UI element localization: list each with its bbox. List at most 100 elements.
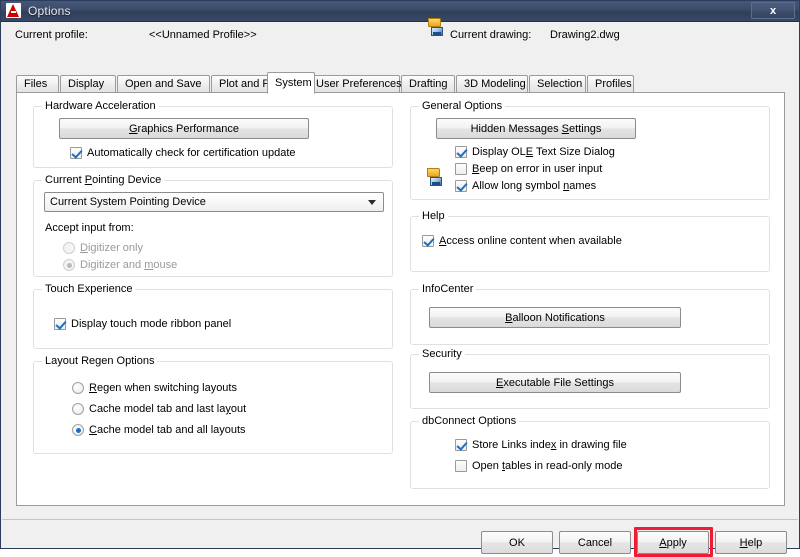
apply-button[interactable]: Apply <box>637 531 709 554</box>
group-general-options-label: General Options <box>419 100 506 112</box>
radio-button <box>63 259 75 271</box>
allow-long-b: ames <box>569 180 597 192</box>
tab-display[interactable]: Display <box>60 75 116 93</box>
radio-cache-model-tab-last-layout[interactable]: Cache model tab and last layout <box>72 403 246 415</box>
radio-digitizer-and-mouse[interactable]: Digitizer and mouse <box>63 259 177 271</box>
group-layout-regen-options: Layout Regen Options Regen when switchin… <box>33 355 393 454</box>
allow-long-symbol-names-checkbox[interactable]: Allow long symbol names <box>455 180 596 192</box>
display-ole-a: Display OL <box>472 146 526 158</box>
radio-digitizer-only[interactable]: Digitizer only <box>63 242 143 254</box>
group-current-pointing-device-label: Current Pointing Device <box>42 174 165 186</box>
graphics-performance-button[interactable]: Graphics Performance <box>59 118 309 139</box>
store-links-index-checkbox[interactable]: Store Links index in drawing file <box>455 439 627 451</box>
checkbox-box <box>54 318 66 330</box>
group-infocenter-label: InfoCenter <box>419 283 477 295</box>
radio-cache-all-rest: ache model tab and all layouts <box>96 424 246 436</box>
tab-open-and-save[interactable]: Open and Save <box>117 75 210 93</box>
checkbox-box <box>455 163 467 175</box>
options-dialog-window: Options x Current profile: <<Unnamed Pro… <box>0 0 800 557</box>
system-tab-page: Hardware Acceleration Graphics Performan… <box>16 92 785 506</box>
radio-cache-last-b: out <box>230 403 247 415</box>
radio-cache-last-a: Cache model tab and last la <box>89 403 226 415</box>
tab-strip: Files Display Open and Save Plot and Pub… <box>16 72 786 94</box>
auto-check-certification-checkbox[interactable]: Automatically check for certification up… <box>70 147 296 159</box>
checkbox-box <box>455 460 467 472</box>
drawing-file-icon <box>428 18 444 41</box>
checkbox-box <box>422 235 434 247</box>
display-ole-b: Text Size Dialog <box>533 146 615 158</box>
open-tables-a: Open <box>472 460 502 472</box>
radio-regen-when-switching-layouts[interactable]: Regen when switching layouts <box>72 382 237 394</box>
graphics-performance-button-rest: raphics Performance <box>137 122 240 135</box>
group-dbconnect-options-label: dbConnect Options <box>419 415 520 427</box>
window-title: Options <box>28 4 71 18</box>
radio-button <box>72 424 84 436</box>
tab-profiles[interactable]: Profiles <box>587 75 634 93</box>
tab-drafting[interactable]: Drafting <box>401 75 455 93</box>
group-current-pointing-device: Current Pointing Device Current System P… <box>33 174 393 277</box>
checkbox-box <box>455 180 467 192</box>
group-hardware-acceleration-label: Hardware Acceleration <box>42 100 159 112</box>
radio-digitizer-and-mouse-a: Digitizer and <box>80 259 145 271</box>
tab-3d-modeling[interactable]: 3D Modeling <box>456 75 528 93</box>
access-online-content-checkbox[interactable]: Access online content when available <box>422 235 622 247</box>
checkbox-box <box>455 439 467 451</box>
footer-divider <box>2 519 798 520</box>
executable-file-settings-button[interactable]: Executable File Settings <box>429 372 681 393</box>
group-touch-experience-label: Touch Experience <box>42 283 136 295</box>
beep-rest: eep on error in user input <box>479 163 603 175</box>
apply-button-rest: pply <box>666 536 687 549</box>
radio-button <box>72 382 84 394</box>
tab-user-preferences[interactable]: User Preferences <box>308 75 402 93</box>
tab-selection[interactable]: Selection <box>529 75 586 93</box>
store-links-a: Store Links inde <box>472 439 551 451</box>
chevron-down-icon <box>368 200 376 205</box>
close-icon[interactable]: x <box>751 2 795 19</box>
balloon-notifications-rest: alloon Notifications <box>512 311 605 324</box>
tab-system[interactable]: System <box>267 72 315 94</box>
help-button[interactable]: Help <box>715 531 787 554</box>
cancel-button[interactable]: Cancel <box>559 531 631 554</box>
group-security: Security Executable File Settings <box>410 348 770 409</box>
group-dbconnect-options: dbConnect Options Store Links index in d… <box>410 415 770 489</box>
group-security-label: Security <box>419 348 465 360</box>
radio-button <box>63 242 75 254</box>
dialog-body: Current profile: <<Unnamed Profile>> Cur… <box>2 18 798 557</box>
beep-on-error-checkbox[interactable]: Beep on error in user input <box>455 163 602 175</box>
profile-header-row: Current profile: <<Unnamed Profile>> Cur… <box>2 18 798 48</box>
pointing-device-combobox[interactable]: Current System Pointing Device <box>44 192 384 212</box>
auto-check-certification-label: Automatically check for certification up… <box>87 147 296 159</box>
display-touch-ribbon-checkbox[interactable]: Display touch mode ribbon panel <box>54 318 231 330</box>
checkbox-box <box>70 147 82 159</box>
group-touch-experience: Touch Experience Display touch mode ribb… <box>33 283 393 349</box>
tab-files[interactable]: Files <box>16 75 59 93</box>
current-profile-value: <<Unnamed Profile>> <box>149 29 257 41</box>
hidden-messages-a: Hidden Messages <box>470 122 562 135</box>
current-profile-label: Current profile: <box>15 29 88 41</box>
current-drawing-value: Drawing2.dwg <box>550 29 620 41</box>
store-links-b: in drawing file <box>556 439 627 451</box>
checkbox-box <box>455 146 467 158</box>
radio-button <box>72 403 84 415</box>
current-drawing-label: Current drawing: <box>450 29 532 41</box>
radio-cache-model-tab-all-layouts[interactable]: Cache model tab and all layouts <box>72 424 246 436</box>
group-infocenter: InfoCenter Balloon Notifications <box>410 283 770 345</box>
radio-digitizer-and-mouse-b: ouse <box>153 259 178 271</box>
radio-digitizer-only-rest: igitizer only <box>87 242 143 254</box>
open-tables-b: ables in read-only mode <box>505 460 623 472</box>
radio-regen-rest: egen when switching layouts <box>96 382 237 394</box>
group-general-options: General Options Hidden Messages Settings… <box>410 100 770 200</box>
hidden-messages-b: ettings <box>569 122 602 135</box>
pointing-device-combobox-value: Current System Pointing Device <box>50 196 206 208</box>
executable-file-settings-rest: xecutable File Settings <box>503 376 614 389</box>
group-layout-regen-options-label: Layout Regen Options <box>42 355 158 367</box>
open-tables-readonly-checkbox[interactable]: Open tables in read-only mode <box>455 460 622 472</box>
display-ole-text-size-checkbox[interactable]: Display OLE Text Size Dialog <box>455 146 615 158</box>
hidden-messages-settings-button[interactable]: Hidden Messages Settings <box>436 118 636 139</box>
group-help: Help Access online content when availabl… <box>410 210 770 272</box>
ok-button[interactable]: OK <box>481 531 553 554</box>
title-bar: Options x <box>1 1 799 22</box>
display-touch-ribbon-a: Display touch mode ribbon panel <box>71 318 232 330</box>
accept-input-from-label: Accept input from: <box>45 222 134 234</box>
balloon-notifications-button[interactable]: Balloon Notifications <box>429 307 681 328</box>
